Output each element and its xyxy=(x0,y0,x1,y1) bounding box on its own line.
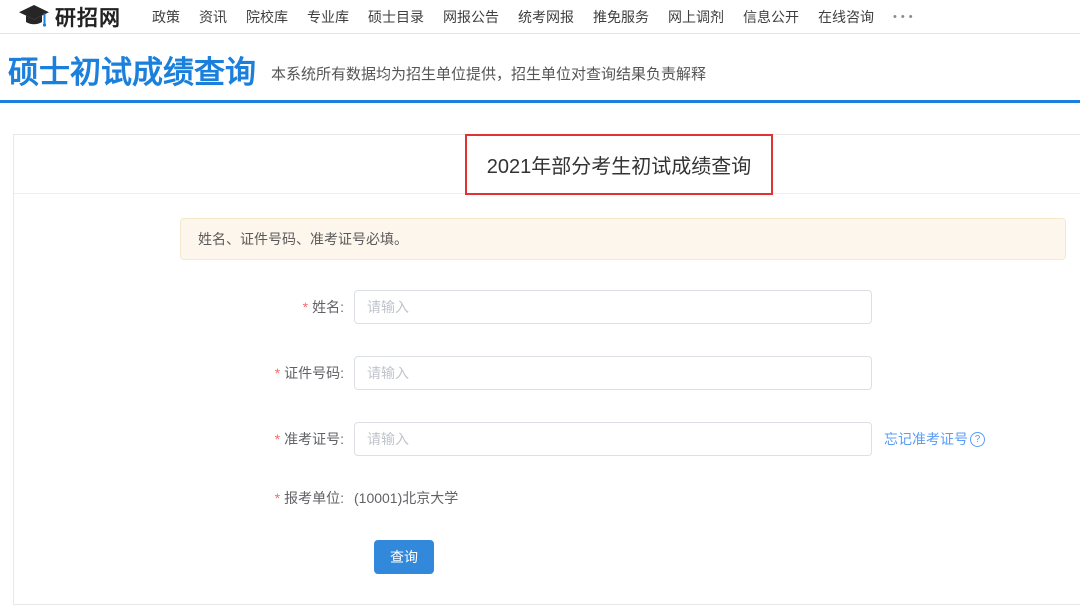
nav-item-6[interactable]: 统考网报 xyxy=(518,7,574,27)
unit-value: (10001)北京大学 xyxy=(354,488,458,508)
required-asterisk: * xyxy=(275,490,280,506)
top-navbar: 研招网 政策资讯院校库专业库硕士目录网报公告统考网报推免服务网上调剂信息公开在线… xyxy=(0,0,1080,34)
page-subtitle: 本系统所有数据均为招生单位提供，招生单位对查询结果负责解释 xyxy=(271,63,706,89)
forgot-ticket-link[interactable]: 忘记准考证号? xyxy=(884,429,985,449)
submit-row: 查询 xyxy=(374,540,1080,574)
nav-item-3[interactable]: 专业库 xyxy=(307,7,349,27)
form-row-unit: *报考单位: (10001)北京大学 xyxy=(14,488,1080,508)
title-annotation-box: 2021年部分考生初试成绩查询 xyxy=(465,134,774,195)
nav-item-10[interactable]: 在线咨询 xyxy=(818,7,874,27)
site-logo[interactable]: 研招网 xyxy=(18,2,121,32)
logo-text[interactable]: 研招网 xyxy=(55,2,121,32)
required-asterisk: * xyxy=(303,299,308,315)
card-header: 2021年部分考生初试成绩查询 xyxy=(14,135,1080,194)
name-label: *姓名: xyxy=(14,297,344,317)
nav-more-button[interactable]: ••• xyxy=(893,11,917,23)
nav-item-1[interactable]: 资讯 xyxy=(199,7,227,27)
required-fields-alert: 姓名、证件号码、准考证号必填。 xyxy=(180,218,1066,260)
nav-item-8[interactable]: 网上调剂 xyxy=(668,7,724,27)
query-button[interactable]: 查询 xyxy=(374,540,434,574)
nav-item-9[interactable]: 信息公开 xyxy=(743,7,799,27)
card-title: 2021年部分考生初试成绩查询 xyxy=(487,156,752,178)
ticket-number-label: *准考证号: xyxy=(14,429,344,449)
nav-item-4[interactable]: 硕士目录 xyxy=(368,7,424,27)
nav-menu: 政策资讯院校库专业库硕士目录网报公告统考网报推免服务网上调剂信息公开在线咨询 xyxy=(133,7,874,27)
alert-text: 姓名、证件号码、准考证号必填。 xyxy=(198,229,408,249)
page-header: 硕士初试成绩查询 本系统所有数据均为招生单位提供，招生单位对查询结果负责解释 xyxy=(0,34,1080,100)
graduation-cap-icon xyxy=(18,4,50,30)
form-row-ticket-number: *准考证号: 忘记准考证号? xyxy=(14,422,1080,456)
nav-item-0[interactable]: 政策 xyxy=(152,7,180,27)
required-asterisk: * xyxy=(275,431,280,447)
nav-item-2[interactable]: 院校库 xyxy=(246,7,288,27)
form-row-name: *姓名: xyxy=(14,290,1080,324)
question-circle-icon: ? xyxy=(970,432,985,447)
ticket-number-input[interactable] xyxy=(354,422,872,456)
query-form: *姓名: *证件号码: *准考证号: 忘记准考证号? xyxy=(14,290,1080,574)
form-row-id-number: *证件号码: xyxy=(14,356,1080,390)
id-number-input[interactable] xyxy=(354,356,872,390)
nav-item-5[interactable]: 网报公告 xyxy=(443,7,499,27)
page-title: 硕士初试成绩查询 xyxy=(8,56,256,89)
name-input[interactable] xyxy=(354,290,872,324)
unit-label: *报考单位: xyxy=(14,488,344,508)
accent-divider xyxy=(0,100,1080,103)
nav-item-7[interactable]: 推免服务 xyxy=(593,7,649,27)
required-asterisk: * xyxy=(275,365,280,381)
query-card: 2021年部分考生初试成绩查询 姓名、证件号码、准考证号必填。 *姓名: *证件… xyxy=(13,134,1080,605)
id-number-label: *证件号码: xyxy=(14,363,344,383)
